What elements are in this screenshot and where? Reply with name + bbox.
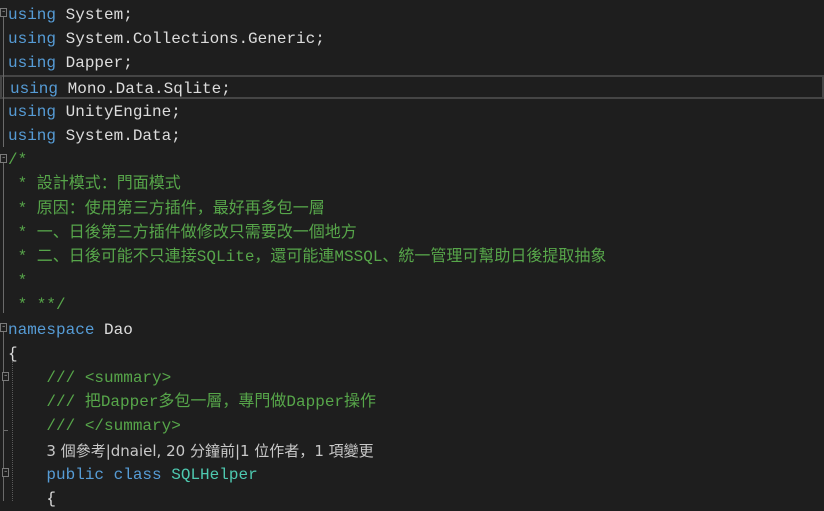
code-line[interactable]: namespace Dao bbox=[0, 318, 824, 342]
code-token: { bbox=[8, 490, 57, 508]
code-line-text: * bbox=[8, 269, 28, 293]
code-line-text: 3 個參考|dnaiel, 20 分鐘前|1 位作者，1 項變更 bbox=[8, 439, 373, 464]
code-token: class bbox=[113, 465, 162, 484]
code-token: public bbox=[46, 465, 105, 484]
code-line[interactable]: 3 個參考|dnaiel, 20 分鐘前|1 位作者，1 項變更 bbox=[0, 439, 824, 463]
code-line-text: /// 把Dapper多包一層，專門做Dapper操作 bbox=[8, 390, 376, 414]
code-line[interactable]: * 一、日後第三方插件做修改只需要改一個地方 bbox=[0, 221, 824, 245]
code-token: * 一、日後第三方插件做修改只需要改一個地方 bbox=[8, 223, 357, 242]
code-line[interactable]: /// </summary> bbox=[0, 414, 824, 438]
code-token: Dapper; bbox=[56, 54, 133, 73]
code-line-text: * 一、日後第三方插件做修改只需要改一個地方 bbox=[8, 221, 357, 245]
code-line-text: * 二、日後可能不只連接SQLite，還可能連MSSQL、統一管理可幫助日後提取… bbox=[8, 245, 607, 269]
code-line-text: using System; bbox=[8, 3, 133, 27]
fold-collapse-icon[interactable]: - bbox=[2, 372, 9, 381]
code-line-text: { bbox=[8, 487, 56, 511]
code-line[interactable]: using System.Collections.Generic; bbox=[0, 27, 824, 51]
code-line[interactable]: using Dapper; bbox=[0, 51, 824, 75]
current-code-line[interactable]: using Mono.Data.Sqlite; bbox=[0, 74, 824, 101]
code-line-text: /// </summary> bbox=[8, 414, 181, 438]
code-line[interactable]: * 二、日後可能不只連接SQLite，還可能連MSSQL、統一管理可幫助日後提取… bbox=[0, 245, 824, 269]
code-line[interactable]: public class SQLHelper bbox=[0, 463, 824, 487]
code-token: namespace bbox=[8, 320, 95, 339]
code-line-text: namespace Dao bbox=[8, 318, 133, 342]
code-token: * bbox=[8, 272, 28, 291]
code-line-text: public class SQLHelper bbox=[8, 463, 258, 487]
code-token: Mono.Data.Sqlite; bbox=[58, 79, 231, 98]
code-token: using bbox=[10, 79, 59, 98]
code-line[interactable]: * **/ bbox=[0, 293, 824, 317]
codelens-info[interactable]: 3 個參考|dnaiel, 20 分鐘前|1 位作者，1 項變更 bbox=[46, 442, 373, 460]
fold-collapse-icon[interactable]: - bbox=[0, 323, 7, 332]
outline-guide bbox=[3, 17, 4, 147]
code-token: Dao bbox=[94, 320, 133, 339]
code-line[interactable]: * bbox=[0, 269, 824, 293]
code-token: using bbox=[8, 102, 57, 121]
code-line-text: using System.Data; bbox=[8, 124, 181, 148]
code-line[interactable]: using System; bbox=[0, 3, 824, 27]
outline-tick bbox=[4, 430, 8, 431]
code-line-text: using System.Collections.Generic; bbox=[8, 27, 325, 51]
code-editor[interactable]: using System; using System.Collections.Ge… bbox=[0, 0, 824, 508]
code-token: using bbox=[8, 54, 57, 73]
code-line[interactable]: /// 把Dapper多包一層，專門做Dapper操作 bbox=[0, 390, 824, 414]
outline-guide bbox=[3, 163, 4, 313]
code-line-text: * 設計模式：門面模式 bbox=[8, 172, 181, 196]
code-line-text: * 原因：使用第三方插件，最好再多包一層 bbox=[8, 197, 325, 221]
fold-collapse-icon[interactable]: - bbox=[2, 468, 9, 477]
fold-collapse-icon[interactable]: - bbox=[0, 8, 7, 17]
code-token: * **/ bbox=[8, 296, 66, 315]
code-token: /// <summary> bbox=[8, 369, 172, 387]
code-line[interactable]: using System.Data; bbox=[0, 124, 824, 148]
code-token: * 二、日後可能不只連接SQLite，還可能連MSSQL、統一管理可幫助日後提取… bbox=[8, 248, 607, 266]
code-line[interactable]: { bbox=[0, 342, 824, 366]
code-line[interactable]: * 設計模式：門面模式 bbox=[0, 172, 824, 196]
code-line[interactable]: using UnityEngine; bbox=[0, 100, 824, 124]
code-token: /* bbox=[8, 151, 28, 170]
code-line-text: using UnityEngine; bbox=[8, 100, 181, 124]
code-line[interactable]: { bbox=[0, 487, 824, 511]
code-line-text: using Mono.Data.Sqlite; bbox=[10, 77, 231, 101]
code-line-text: using Dapper; bbox=[8, 51, 133, 75]
indent-guide bbox=[12, 361, 13, 501]
code-token: /// </summary> bbox=[8, 417, 181, 436]
fold-collapse-icon[interactable]: - bbox=[0, 154, 7, 163]
code-token: System; bbox=[56, 6, 133, 24]
code-token: System.Data; bbox=[56, 127, 181, 145]
code-line[interactable]: * 原因：使用第三方插件，最好再多包一層 bbox=[0, 197, 824, 221]
code-line[interactable]: /// <summary> bbox=[0, 366, 824, 390]
code-token: using bbox=[8, 127, 57, 145]
code-line-text: /// <summary> bbox=[8, 366, 171, 390]
code-line-text: /* bbox=[8, 148, 27, 172]
code-line-text: * **/ bbox=[8, 293, 66, 317]
code-token: using bbox=[8, 6, 57, 24]
code-line[interactable]: /* bbox=[0, 148, 824, 172]
code-token: * 原因：使用第三方插件，最好再多包一層 bbox=[8, 199, 325, 218]
code-token: System.Collections.Generic; bbox=[56, 30, 325, 49]
code-token: /// 把Dapper多包一層，專門做Dapper操作 bbox=[8, 393, 377, 412]
code-token: UnityEngine; bbox=[56, 102, 181, 121]
code-token: * 設計模式：門面模式 bbox=[8, 175, 181, 194]
code-token: using bbox=[8, 30, 57, 49]
code-token: SQLHelper bbox=[171, 465, 258, 484]
